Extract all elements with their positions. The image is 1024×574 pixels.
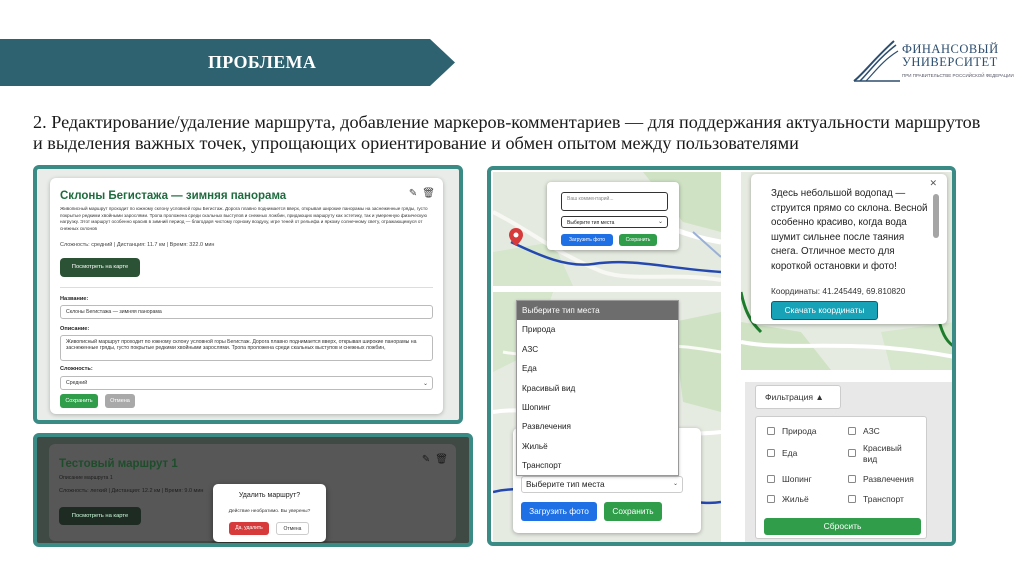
difficulty-value: Средний bbox=[66, 380, 88, 386]
page-title: ПРОБЛЕМА bbox=[208, 52, 317, 72]
logo-name: ФИНАНСОВЫЙ УНИВЕРСИТЕТ bbox=[902, 43, 999, 69]
option-transport[interactable]: Транспорт bbox=[517, 456, 678, 475]
option-gas-station[interactable]: АЗС bbox=[517, 340, 678, 359]
edit-icon[interactable]: ✎ bbox=[409, 188, 417, 199]
delete-confirm-dialog: Удалить маршрут? Действие необратимо. Вы… bbox=[213, 484, 326, 542]
upload-photo-button[interactable]: Загрузить фото bbox=[521, 502, 597, 521]
description-label: Описание: bbox=[60, 326, 90, 332]
filter-options: Природа АЗС Еда Красивый вид Шопинг Разв… bbox=[755, 416, 927, 539]
trash-icon[interactable]: 🗑 bbox=[435, 454, 448, 465]
popup-scrollbar[interactable] bbox=[933, 194, 939, 238]
trash-icon[interactable]: 🗑 bbox=[422, 188, 435, 199]
checkbox-housing[interactable] bbox=[767, 495, 775, 503]
route-title: Тестовый маршрут 1 bbox=[59, 458, 178, 470]
filter-label-transport: Транспорт bbox=[863, 494, 904, 504]
checkbox-shopping[interactable] bbox=[767, 475, 775, 483]
place-type-value: Выберите тип места bbox=[526, 479, 605, 489]
filter-toggle-button[interactable]: Фильтрация ▲ bbox=[755, 385, 841, 409]
checkbox-nature[interactable] bbox=[767, 427, 775, 435]
filter-label-scenic-view: Красивый вид bbox=[863, 443, 902, 464]
reset-filter-button[interactable]: Сбросить bbox=[764, 518, 921, 535]
place-comment-text: Здесь небольшой водопад — струится прямо… bbox=[771, 188, 928, 272]
description-textarea[interactable]: Живописный маршрут проходит по южному ск… bbox=[60, 335, 433, 361]
place-type-select[interactable]: Выберите тип места ⌄ bbox=[521, 476, 683, 493]
header-banner: ПРОБЛЕМА bbox=[0, 39, 455, 86]
option-entertainment[interactable]: Развлечения bbox=[517, 417, 678, 436]
map-features-collage: Ваш комментарий... Выберите тип места ⌄ … bbox=[487, 166, 956, 546]
edit-icon[interactable]: ✎ bbox=[422, 454, 430, 465]
filter-label-gas-station: АЗС bbox=[863, 426, 880, 436]
filter-label-entertainment: Развлечения bbox=[863, 474, 914, 484]
save-button[interactable]: Сохранить bbox=[60, 394, 98, 408]
checkbox-gas-station[interactable] bbox=[848, 427, 856, 435]
route-meta: Сложность: средний | Дистанция: 11.7 км … bbox=[60, 242, 215, 248]
route-description: Описание маршрута 1 bbox=[59, 475, 113, 481]
route-description: Живописный маршрут проходит по южному ск… bbox=[60, 206, 428, 231]
filter-label-housing: Жильё bbox=[782, 494, 809, 504]
route-actions: ✎ 🗑 bbox=[417, 454, 448, 465]
option-scenic-view[interactable]: Красивый вид bbox=[517, 379, 678, 398]
chevron-down-icon: ⌄ bbox=[657, 219, 663, 225]
confirm-delete-button[interactable]: Да, удалить bbox=[229, 522, 269, 535]
dialog-title: Удалить маршрут? bbox=[238, 492, 301, 499]
logo-emblem-icon bbox=[853, 40, 900, 82]
filter-label-food: Еда bbox=[782, 448, 798, 458]
checkbox-scenic-view[interactable] bbox=[848, 449, 856, 457]
route-edit-card: Склоны Бегистажа — зимняя панорама ✎ 🗑 Жи… bbox=[50, 178, 443, 414]
university-logo: ФИНАНСОВЫЙ УНИВЕРСИТЕТ ПРИ ПРАВИТЕЛЬСТВЕ… bbox=[852, 37, 1014, 85]
cancel-button[interactable]: Отмена bbox=[105, 394, 135, 408]
dialog-message: Действие необратимо. Вы уверены? bbox=[228, 509, 311, 514]
upload-photo-button[interactable]: Загрузить фото bbox=[561, 234, 613, 246]
lead-paragraph: 2. Редактирование/удаление маршрута, доб… bbox=[33, 112, 981, 153]
logo-subtitle: ПРИ ПРАВИТЕЛЬСТВЕ РОССИЙСКОЙ ФЕДЕРАЦИИ bbox=[902, 73, 1014, 78]
difficulty-select[interactable]: Средний ⌄ bbox=[60, 376, 433, 390]
cancel-button[interactable]: Отмена bbox=[276, 522, 309, 535]
save-button[interactable]: Сохранить bbox=[619, 234, 657, 246]
map-tile-comment: Ваш комментарий... Выберите тип места ⌄ … bbox=[493, 172, 721, 286]
chevron-down-icon: ⌄ bbox=[672, 481, 678, 487]
name-label: Название: bbox=[60, 296, 89, 302]
logo-name-line2: УНИВЕРСИТЕТ bbox=[902, 55, 998, 69]
option-nature[interactable]: Природа bbox=[517, 320, 678, 339]
checkbox-transport[interactable] bbox=[848, 495, 856, 503]
map-marker-icon[interactable] bbox=[509, 228, 523, 246]
route-actions: ✎ 🗑 bbox=[404, 188, 435, 199]
comment-input[interactable]: Ваш комментарий... bbox=[561, 192, 668, 211]
filter-panel: Фильтрация ▲ Природа АЗС Еда Красивый ви… bbox=[745, 382, 952, 542]
delete-route-screenshot: Тестовый маршрут 1 ✎ 🗑 Описание маршрута … bbox=[33, 433, 473, 547]
checkbox-food[interactable] bbox=[767, 449, 775, 457]
place-type-select[interactable]: Выберите тип места ⌄ bbox=[561, 216, 668, 228]
save-button[interactable]: Сохранить bbox=[604, 502, 662, 521]
option-housing[interactable]: Жильё bbox=[517, 437, 678, 456]
filter-label-nature: Природа bbox=[782, 426, 817, 436]
view-on-map-button[interactable]: Посмотреть на карте bbox=[60, 258, 140, 277]
route-title: Склоны Бегистажа — зимняя панорама bbox=[60, 190, 287, 202]
route-meta: Сложность: легкий | Дистанция: 12.2 км |… bbox=[59, 488, 204, 494]
place-type-value: Выберите тип места bbox=[567, 220, 615, 226]
option-shopping[interactable]: Шопинг bbox=[517, 398, 678, 417]
comment-popup: Ваш комментарий... Выберите тип места ⌄ … bbox=[547, 182, 679, 250]
difficulty-label: Сложность: bbox=[60, 366, 93, 372]
option-food[interactable]: Еда bbox=[517, 359, 678, 378]
edit-route-screenshot: Склоны Бегистажа — зимняя панорама ✎ 🗑 Жи… bbox=[33, 165, 463, 424]
copy-coordinates-button[interactable]: Скачать координаты bbox=[771, 301, 878, 320]
place-coordinates: Координаты: 41.245449, 69.810820 bbox=[771, 286, 906, 296]
view-on-map-button[interactable]: Посмотреть на карте bbox=[59, 507, 141, 525]
chevron-down-icon: ⌄ bbox=[422, 381, 428, 387]
map-tile-info: ✕ Здесь небольшой водопад — струится пря… bbox=[741, 172, 952, 370]
option-choose[interactable]: Выберите тип места bbox=[517, 301, 678, 321]
divider bbox=[60, 287, 433, 288]
checkbox-entertainment[interactable] bbox=[848, 475, 856, 483]
place-info-popup: ✕ Здесь небольшой водопад — струится пря… bbox=[751, 174, 947, 324]
filter-label-shopping: Шопинг bbox=[782, 474, 812, 484]
place-type-dropdown: Выберите тип места Природа АЗС Еда Краси… bbox=[516, 300, 679, 476]
name-input[interactable]: Склоны Бегистажа — зимняя панорама bbox=[60, 305, 433, 319]
